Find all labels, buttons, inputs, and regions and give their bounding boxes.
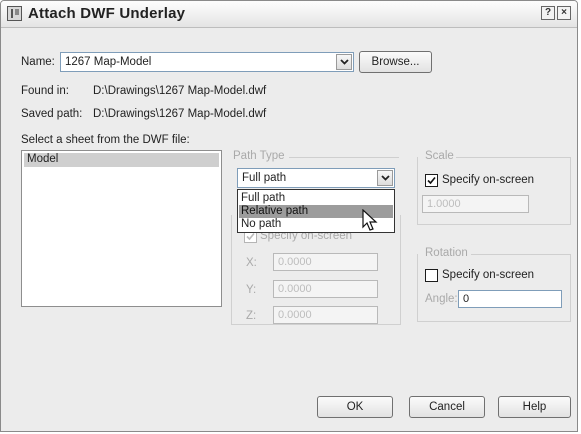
mouse-cursor-icon [362,209,378,231]
rotation-specify-label: Specify on-screen [442,269,535,281]
attach-dwf-dialog: Attach DWF Underlay ? × Name: 1267 Map-M… [0,0,578,432]
saved-path-label: Saved path: [21,108,83,120]
scale-divider [456,157,571,158]
rotation-specify-checkbox[interactable] [425,269,438,282]
x-field[interactable]: 0.0000 [273,253,378,271]
saved-path-value: D:\Drawings\1267 Map-Model.dwf [93,108,267,120]
path-option-full[interactable]: Full path [239,192,393,205]
check-icon [427,176,436,185]
help-title-button[interactable]: ? [541,6,555,20]
name-combo[interactable]: 1267 Map-Model [60,52,354,72]
z-value: 0.0000 [278,309,312,321]
z-label: Z: [246,310,257,322]
y-label: Y: [246,284,257,296]
cancel-button[interactable]: Cancel [409,396,485,418]
x-label: X: [246,257,257,269]
scale-value: 1.0000 [427,198,461,210]
scale-specify-checkbox[interactable] [425,174,438,187]
name-value: 1267 Map-Model [65,56,152,68]
check-icon [246,232,255,241]
path-type-value: Full path [242,172,287,184]
path-type-divider [289,157,399,158]
angle-label: Angle: [425,293,458,305]
scale-specify-label: Specify on-screen [442,174,535,186]
path-type-dropdown-button[interactable] [377,170,393,186]
chevron-down-icon [339,59,349,65]
browse-button[interactable]: Browse... [359,51,432,73]
help-button[interactable]: Help [498,396,571,418]
list-item[interactable]: Model [24,153,219,167]
found-in-label: Found in: [21,85,69,97]
dwf-app-icon [7,6,22,21]
y-value: 0.0000 [278,283,312,295]
y-field[interactable]: 0.0000 [273,280,378,298]
scale-group [417,157,571,225]
rotation-group [417,254,571,322]
sheet-list[interactable]: Model [21,150,222,307]
path-type-label: Path Type [233,150,285,162]
rotation-divider [471,254,571,255]
x-value: 0.0000 [278,256,312,268]
z-field[interactable]: 0.0000 [273,306,378,324]
ok-button[interactable]: OK [317,396,393,418]
close-title-button[interactable]: × [557,6,571,20]
angle-value: 0 [463,293,470,305]
name-dropdown-button[interactable] [336,54,352,70]
path-type-combo[interactable]: Full path [237,168,395,188]
name-label: Name: [21,56,55,68]
sheet-select-label: Select a sheet from the DWF file: [21,134,190,146]
dialog-title: Attach DWF Underlay [28,5,186,22]
title-bar[interactable]: Attach DWF Underlay ? × [1,1,577,28]
found-in-value: D:\Drawings\1267 Map-Model.dwf [93,85,267,97]
chevron-down-icon [380,175,390,181]
scale-field[interactable]: 1.0000 [422,195,529,213]
angle-field[interactable]: 0 [458,290,562,308]
sheet-item-model: Model [27,153,59,165]
